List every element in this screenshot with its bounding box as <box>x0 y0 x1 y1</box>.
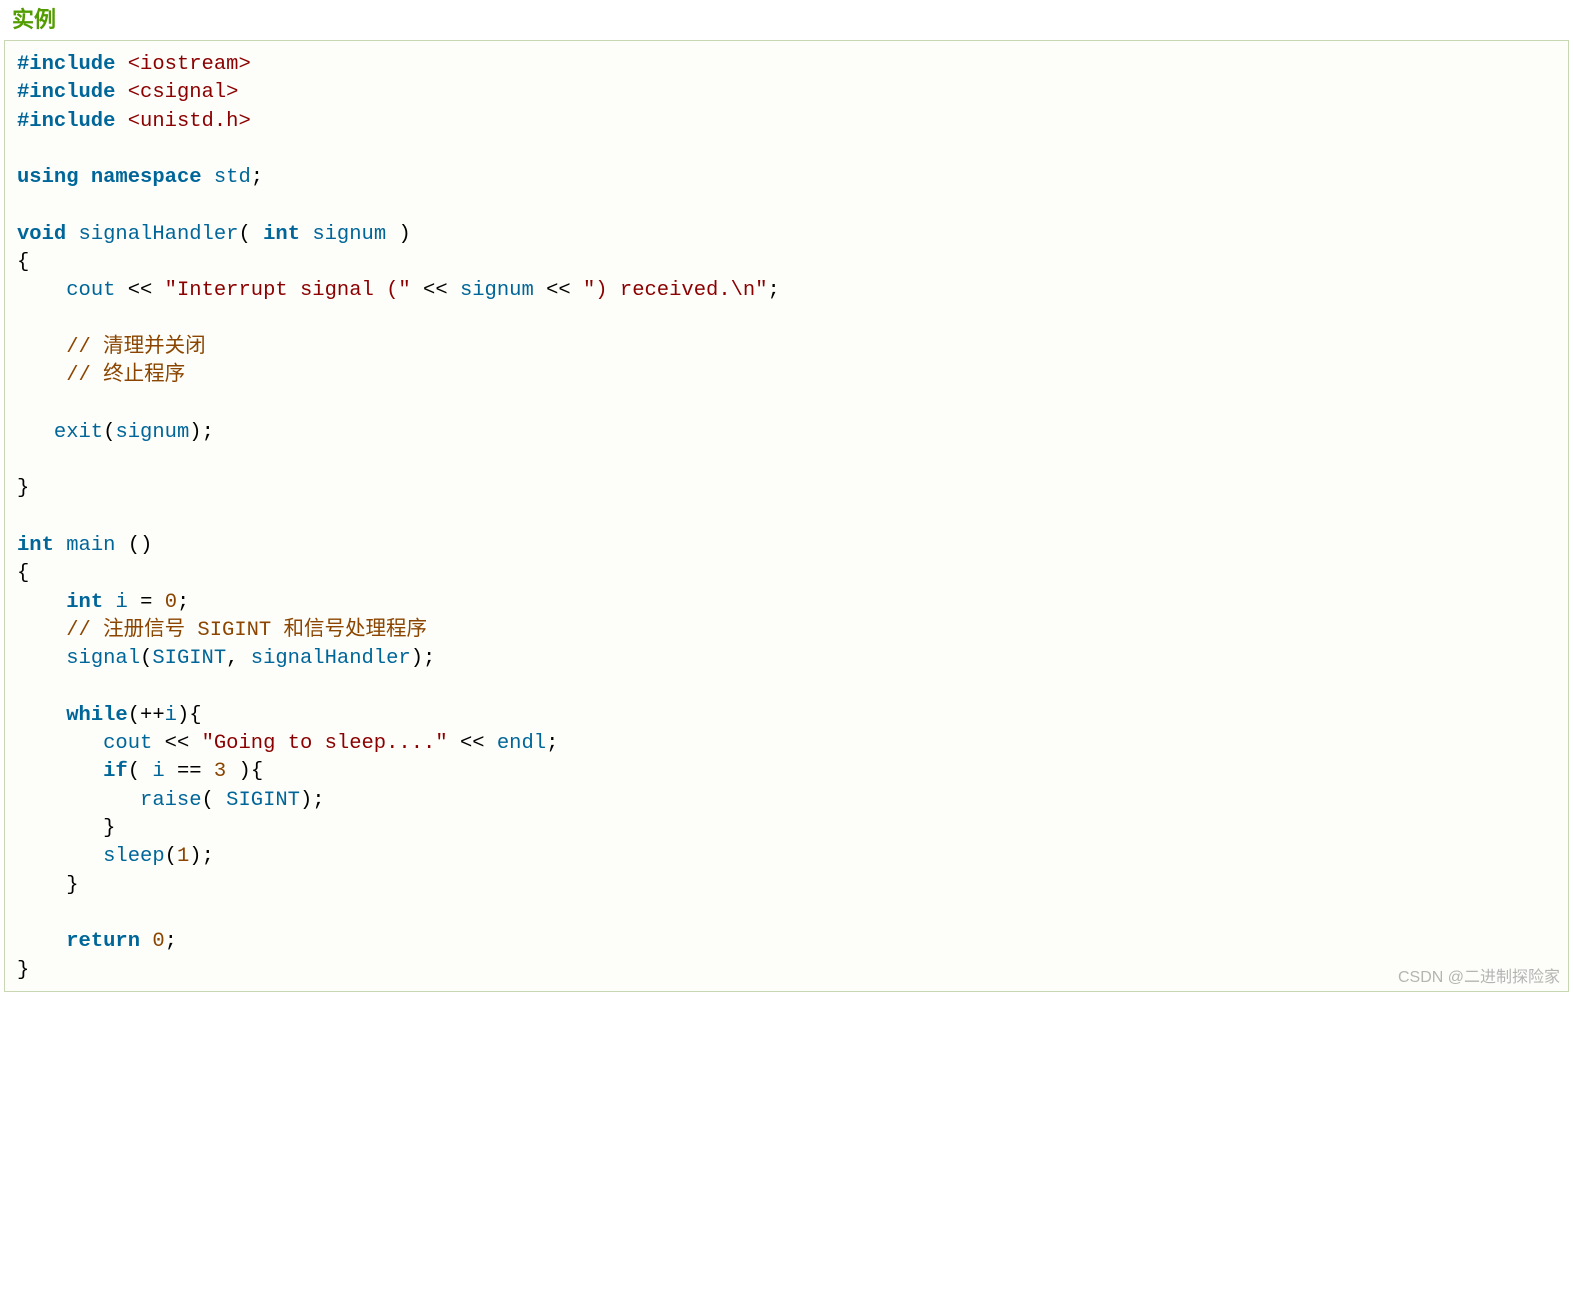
identifier-signum: signum <box>115 421 189 444</box>
keyword-int: int <box>17 534 54 557</box>
keyword-return: return <box>66 930 140 953</box>
lparen: ( <box>128 534 140 557</box>
rbrace: } <box>103 817 115 840</box>
preproc-include: #include <box>17 81 115 104</box>
op-eqeq: == <box>177 760 202 783</box>
fn-raise: raise <box>140 789 202 812</box>
lparen: ( <box>202 789 214 812</box>
keyword-using: using <box>17 166 79 189</box>
rparen: ) <box>300 789 312 812</box>
op-lshift: << <box>165 732 190 755</box>
rparen: ) <box>239 760 251 783</box>
op-lshift: << <box>423 279 448 302</box>
lparen: ( <box>165 845 177 868</box>
document-container: 实例 #include <iostream> #include <csignal… <box>0 0 1573 998</box>
identifier-i: i <box>152 760 164 783</box>
semicolon: ; <box>546 732 558 755</box>
keyword-while: while <box>66 704 128 727</box>
fn-sleep: sleep <box>103 845 165 868</box>
semicolon: ; <box>165 930 177 953</box>
op-lshift: << <box>460 732 485 755</box>
identifier-i: i <box>165 704 177 727</box>
param-signum: signum <box>312 223 386 246</box>
semicolon: ; <box>423 647 435 670</box>
keyword-void: void <box>17 223 66 246</box>
semicolon: ; <box>177 591 189 614</box>
number-literal: 1 <box>177 845 189 868</box>
identifier-signum: signum <box>460 279 534 302</box>
fn-signal: signal <box>66 647 140 670</box>
lbrace: { <box>17 562 29 585</box>
rbrace: } <box>17 477 29 500</box>
semicolon: ; <box>202 421 214 444</box>
rparen: ) <box>411 647 423 670</box>
identifier-sigint: SIGINT <box>152 647 226 670</box>
identifier-i: i <box>115 591 127 614</box>
semicolon: ; <box>251 166 263 189</box>
string-literal: "Interrupt signal (" <box>165 279 411 302</box>
identifier-cout: cout <box>66 279 115 302</box>
lparen: ( <box>128 760 140 783</box>
lparen: ( <box>238 223 250 246</box>
lbrace: { <box>251 760 263 783</box>
identifier-cout: cout <box>103 732 152 755</box>
include-path: <unistd.h> <box>128 110 251 133</box>
op-preinc: ++ <box>140 704 165 727</box>
rbrace: } <box>66 874 78 897</box>
rparen: ) <box>140 534 152 557</box>
lparen: ( <box>140 647 152 670</box>
rparen: ) <box>398 223 410 246</box>
identifier-endl: endl <box>497 732 546 755</box>
number-literal: 0 <box>165 591 177 614</box>
rparen: ) <box>189 845 201 868</box>
preproc-include: #include <box>17 110 115 133</box>
example-title: 实例 <box>4 0 1569 40</box>
include-path: <csignal> <box>128 81 239 104</box>
op-assign: = <box>140 591 152 614</box>
number-literal: 0 <box>152 930 164 953</box>
fn-exit: exit <box>54 421 103 444</box>
rparen: ) <box>177 704 189 727</box>
keyword-if: if <box>103 760 128 783</box>
comma: , <box>226 647 238 670</box>
op-lshift: << <box>546 279 571 302</box>
lparen: ( <box>128 704 140 727</box>
preproc-include: #include <box>17 53 115 76</box>
comment-register: // 注册信号 SIGINT 和信号处理程序 <box>66 619 427 642</box>
comment-terminate: // 终止程序 <box>66 364 210 387</box>
fn-main: main <box>66 534 115 557</box>
identifier-signalHandler: signalHandler <box>251 647 411 670</box>
lbrace: { <box>189 704 201 727</box>
lbrace: { <box>17 251 29 274</box>
string-literal: ") received.\n" <box>583 279 768 302</box>
semicolon: ; <box>312 789 324 812</box>
rparen: ) <box>189 421 201 444</box>
op-lshift: << <box>128 279 153 302</box>
keyword-namespace: namespace <box>91 166 202 189</box>
comment-cleanup: // 清理并关闭 <box>66 336 205 359</box>
keyword-int: int <box>66 591 103 614</box>
lparen: ( <box>103 421 115 444</box>
identifier-sigint: SIGINT <box>226 789 300 812</box>
number-literal: 3 <box>214 760 226 783</box>
code-block: #include <iostream> #include <csignal> #… <box>7 51 1566 985</box>
rbrace: } <box>17 959 29 982</box>
semicolon: ; <box>768 279 780 302</box>
keyword-int: int <box>263 223 300 246</box>
semicolon: ; <box>202 845 214 868</box>
identifier-std: std <box>214 166 251 189</box>
code-container: #include <iostream> #include <csignal> #… <box>4 40 1569 992</box>
string-literal: "Going to sleep...." <box>202 732 448 755</box>
fn-signalHandler: signalHandler <box>79 223 239 246</box>
include-path: <iostream> <box>128 53 251 76</box>
